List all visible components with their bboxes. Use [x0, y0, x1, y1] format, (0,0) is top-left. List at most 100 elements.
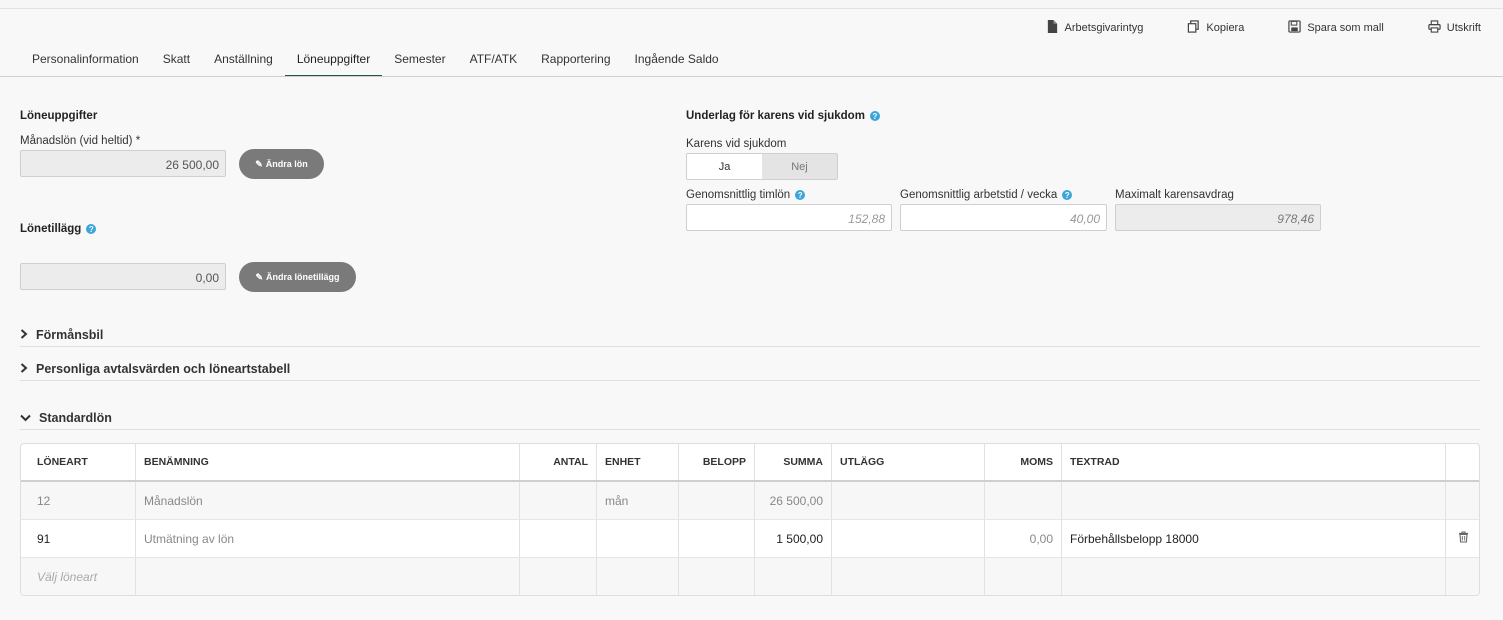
supplement-field[interactable]: 0,00 — [20, 263, 226, 290]
tab-anstallning[interactable]: Anställning — [202, 44, 285, 77]
standard-salary-table: LÖNEART BENÄMNING ANTAL ENHET BELOPP SUM… — [20, 443, 1480, 596]
cell-utlagg[interactable] — [832, 482, 985, 519]
cell-antal[interactable] — [520, 558, 597, 595]
cell-textrad[interactable]: Förbehållsbelopp 18000 — [1062, 520, 1446, 557]
header-actions: Arbetsgivarintyg Kopiera Spara som mall … — [1002, 20, 1481, 36]
arbetsgivarintyg-label: Arbetsgivarintyg — [1064, 22, 1144, 34]
chevron-right-icon — [20, 328, 29, 342]
cell-loneart[interactable]: 91 — [21, 520, 136, 557]
cell-moms[interactable]: 0,00 — [985, 520, 1062, 557]
max-deduction-field: 978,46 — [1115, 204, 1321, 231]
karens-section-title: Underlag för karens vid sjukdom ? — [686, 110, 880, 122]
tab-semester[interactable]: Semester — [382, 44, 457, 77]
new-row: Välj löneart — [21, 558, 1479, 595]
standardlon-section-toggle[interactable]: Standardlön — [20, 411, 1480, 430]
tab-ingaende-saldo[interactable]: Ingående Saldo — [623, 44, 731, 77]
cell-benamning[interactable] — [136, 558, 520, 595]
delete-row-button[interactable] — [1446, 520, 1479, 557]
header-loneart: LÖNEART — [21, 444, 136, 480]
table-header-row: LÖNEART BENÄMNING ANTAL ENHET BELOPP SUM… — [21, 444, 1479, 482]
save-template-label: Spara som mall — [1307, 22, 1384, 34]
cell-textrad[interactable] — [1062, 558, 1446, 595]
header-actions — [1446, 444, 1479, 480]
help-icon[interactable]: ? — [795, 190, 806, 200]
salary-section-title: Löneuppgifter — [20, 110, 97, 122]
formansbil-section-toggle[interactable]: Förmånsbil — [20, 328, 1480, 347]
arbetsgivarintyg-button[interactable]: Arbetsgivarintyg — [1046, 20, 1144, 36]
help-icon[interactable]: ? — [1062, 190, 1073, 200]
help-icon[interactable]: ? — [86, 224, 97, 234]
help-icon[interactable]: ? — [869, 111, 880, 121]
save-icon — [1288, 20, 1307, 36]
copy-button[interactable]: Kopiera — [1187, 20, 1244, 36]
avg-hours-label: Genomsnittlig arbetstid / vecka ? — [900, 189, 1073, 201]
table-row: 12 Månadslön mån 26 500,00 — [21, 482, 1479, 520]
tab-atf-atk[interactable]: ATF/ATK — [458, 44, 530, 77]
cell-summa[interactable]: 26 500,00 — [755, 482, 832, 519]
change-salary-button[interactable]: ✎ Ändra lön — [239, 149, 324, 179]
trash-icon — [1458, 531, 1469, 546]
tab-loneuppgifter[interactable]: Löneuppgifter — [284, 44, 383, 77]
cell-belopp[interactable] — [679, 482, 755, 519]
cell-belopp[interactable] — [679, 558, 755, 595]
monthly-salary-label: Månadslön (vid heltid) * — [20, 135, 141, 147]
personliga-label: Personliga avtalsvärden och löneartstabe… — [36, 362, 291, 376]
personliga-section-toggle[interactable]: Personliga avtalsvärden och löneartstabe… — [20, 362, 1480, 381]
cell-enhet[interactable] — [597, 520, 679, 557]
cell-utlagg[interactable] — [832, 520, 985, 557]
header-benamning: BENÄMNING — [136, 444, 520, 480]
header-utlagg: UTLÄGG — [832, 444, 985, 480]
print-icon — [1428, 20, 1447, 36]
tab-bar: Personalinformation Skatt Anställning Lö… — [20, 44, 731, 77]
karens-no-option[interactable]: Nej — [762, 154, 837, 179]
cell-actions — [1446, 482, 1479, 519]
header-enhet: ENHET — [597, 444, 679, 480]
table-row: 91 Utmätning av lön 1 500,00 0,00 Förbeh… — [21, 520, 1479, 558]
cell-moms[interactable] — [985, 482, 1062, 519]
change-supplement-label: Ändra lönetillägg — [266, 272, 340, 282]
cell-belopp[interactable] — [679, 520, 755, 557]
cell-summa[interactable]: 1 500,00 — [755, 520, 832, 557]
header-belopp: BELOPP — [679, 444, 755, 480]
header-textrad: TEXTRAD — [1062, 444, 1446, 480]
save-template-button[interactable]: Spara som mall — [1288, 20, 1384, 36]
copy-icon — [1187, 20, 1206, 36]
cell-summa[interactable] — [755, 558, 832, 595]
cell-antal[interactable] — [520, 520, 597, 557]
cell-benamning[interactable]: Månadslön — [136, 482, 520, 519]
avg-hourly-label: Genomsnittlig timlön ? — [686, 189, 806, 201]
cell-utlagg[interactable] — [832, 558, 985, 595]
change-salary-label: Ändra lön — [265, 159, 308, 169]
monthly-salary-field[interactable]: 26 500,00 — [20, 150, 226, 177]
cell-benamning[interactable]: Utmätning av lön — [136, 520, 520, 557]
chevron-down-icon — [20, 411, 32, 425]
header-summa: SUMMA — [755, 444, 832, 480]
cell-enhet[interactable] — [597, 558, 679, 595]
print-button[interactable]: Utskrift — [1428, 20, 1481, 36]
cell-enhet[interactable]: mån — [597, 482, 679, 519]
cell-antal[interactable] — [520, 482, 597, 519]
tab-skatt[interactable]: Skatt — [151, 44, 202, 77]
standardlon-label: Standardlön — [39, 411, 112, 425]
supplement-section-title: Lönetillägg ? — [20, 223, 97, 235]
tab-rapportering[interactable]: Rapportering — [529, 44, 622, 77]
karens-toggle-label: Karens vid sjukdom — [686, 138, 787, 150]
document-icon — [1046, 20, 1065, 36]
cell-actions — [1446, 558, 1479, 595]
karens-title-text: Underlag för karens vid sjukdom — [686, 110, 865, 122]
cell-loneart[interactable]: 12 — [21, 482, 136, 519]
avg-hourly-field[interactable]: 152,88 — [686, 204, 892, 231]
avg-hours-label-text: Genomsnittlig arbetstid / vecka — [900, 189, 1058, 201]
cell-textrad[interactable] — [1062, 482, 1446, 519]
change-supplement-button[interactable]: ✎ Ändra lönetillägg — [239, 262, 356, 292]
tabs-divider — [0, 76, 1503, 77]
avg-hours-field[interactable]: 40,00 — [900, 204, 1107, 231]
tab-personalinformation[interactable]: Personalinformation — [20, 44, 151, 77]
pencil-icon: ✎ — [255, 158, 263, 169]
karens-yes-option[interactable]: Ja — [687, 154, 762, 179]
pencil-icon: ✎ — [255, 271, 264, 282]
cell-moms[interactable] — [985, 558, 1062, 595]
select-loneart-input[interactable]: Välj löneart — [21, 558, 136, 595]
header-antal: ANTAL — [520, 444, 597, 480]
chevron-right-icon — [20, 362, 29, 376]
